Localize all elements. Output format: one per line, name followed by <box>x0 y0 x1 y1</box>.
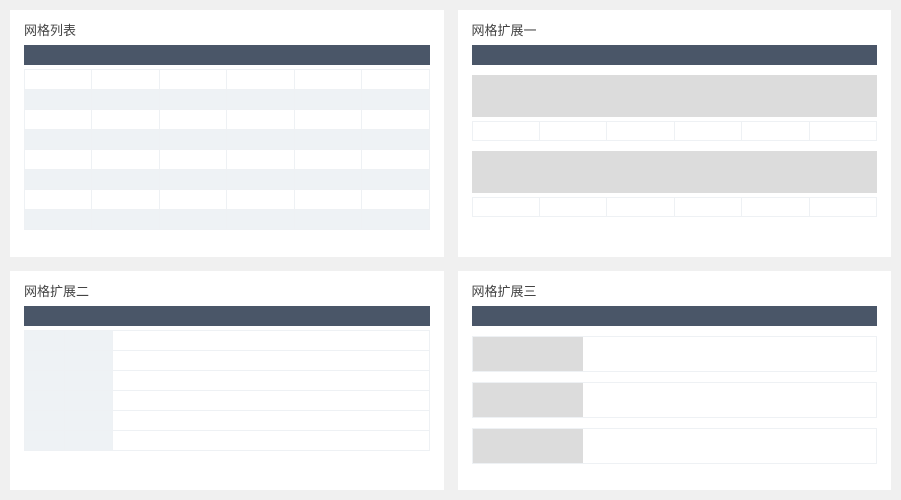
cell[interactable] <box>810 121 877 141</box>
panel-grid-ext-2: 网格扩展二 <box>10 271 444 491</box>
content-placeholder <box>583 383 877 417</box>
panel-title: 网格扩展二 <box>24 281 430 300</box>
label-cell <box>65 410 113 430</box>
table-row[interactable] <box>25 150 430 170</box>
label-cell <box>65 370 113 390</box>
table-row[interactable] <box>25 130 430 150</box>
table-row[interactable] <box>25 350 430 370</box>
panel-grid-ext-1: 网格扩展一 <box>458 10 892 257</box>
content-cell <box>113 330 430 350</box>
cell[interactable] <box>675 197 742 217</box>
cell[interactable] <box>472 121 540 141</box>
label-cell <box>25 410 65 430</box>
cell[interactable] <box>607 121 674 141</box>
table-row[interactable] <box>25 430 430 450</box>
cell[interactable] <box>742 121 809 141</box>
content-cell <box>113 350 430 370</box>
cell[interactable] <box>540 121 607 141</box>
cell[interactable] <box>810 197 877 217</box>
list-item[interactable] <box>472 428 878 464</box>
table-row[interactable] <box>25 70 430 90</box>
thumbnail-placeholder <box>473 429 583 463</box>
cell[interactable] <box>742 197 809 217</box>
panel-grid-list: 网格列表 <box>10 10 444 257</box>
label-cell <box>25 350 65 370</box>
label-cell <box>25 370 65 390</box>
table-row[interactable] <box>25 410 430 430</box>
label-cell <box>65 330 113 350</box>
label-cell <box>25 430 65 450</box>
label-cell <box>65 350 113 370</box>
image-placeholder <box>472 151 878 193</box>
grid-list-table <box>24 69 430 230</box>
cell[interactable] <box>540 197 607 217</box>
label-cell <box>65 390 113 410</box>
list-item[interactable] <box>472 336 878 372</box>
table-row[interactable] <box>25 330 430 350</box>
content-cell <box>113 370 430 390</box>
label-cell <box>25 390 65 410</box>
content-cell <box>113 430 430 450</box>
label-cell <box>65 430 113 450</box>
table-header-bar <box>24 45 430 65</box>
cell[interactable] <box>472 197 540 217</box>
cell[interactable] <box>607 197 674 217</box>
content-placeholder <box>583 337 877 371</box>
table-row[interactable] <box>25 210 430 230</box>
table-header-bar <box>24 306 430 326</box>
table-row[interactable] <box>25 190 430 210</box>
table-row[interactable] <box>25 90 430 110</box>
content-placeholder <box>583 429 877 463</box>
label-content-table <box>24 330 430 451</box>
cell-row <box>472 197 878 217</box>
table-header-bar <box>472 45 878 65</box>
cell-row <box>472 121 878 141</box>
list-item[interactable] <box>472 151 878 217</box>
content-cell <box>113 410 430 430</box>
panel-title: 网格扩展一 <box>472 20 878 39</box>
panel-grid-ext-3: 网格扩展三 <box>458 271 892 491</box>
list-item[interactable] <box>472 382 878 418</box>
table-row[interactable] <box>25 110 430 130</box>
table-header-bar <box>472 306 878 326</box>
table-row[interactable] <box>25 170 430 190</box>
table-row[interactable] <box>25 390 430 410</box>
thumbnail-placeholder <box>473 337 583 371</box>
thumbnail-placeholder <box>473 383 583 417</box>
label-cell <box>25 330 65 350</box>
panel-title: 网格扩展三 <box>472 281 878 300</box>
panel-title: 网格列表 <box>24 20 430 39</box>
table-row[interactable] <box>25 370 430 390</box>
cell[interactable] <box>675 121 742 141</box>
content-cell <box>113 390 430 410</box>
list-item[interactable] <box>472 75 878 141</box>
image-placeholder <box>472 75 878 117</box>
